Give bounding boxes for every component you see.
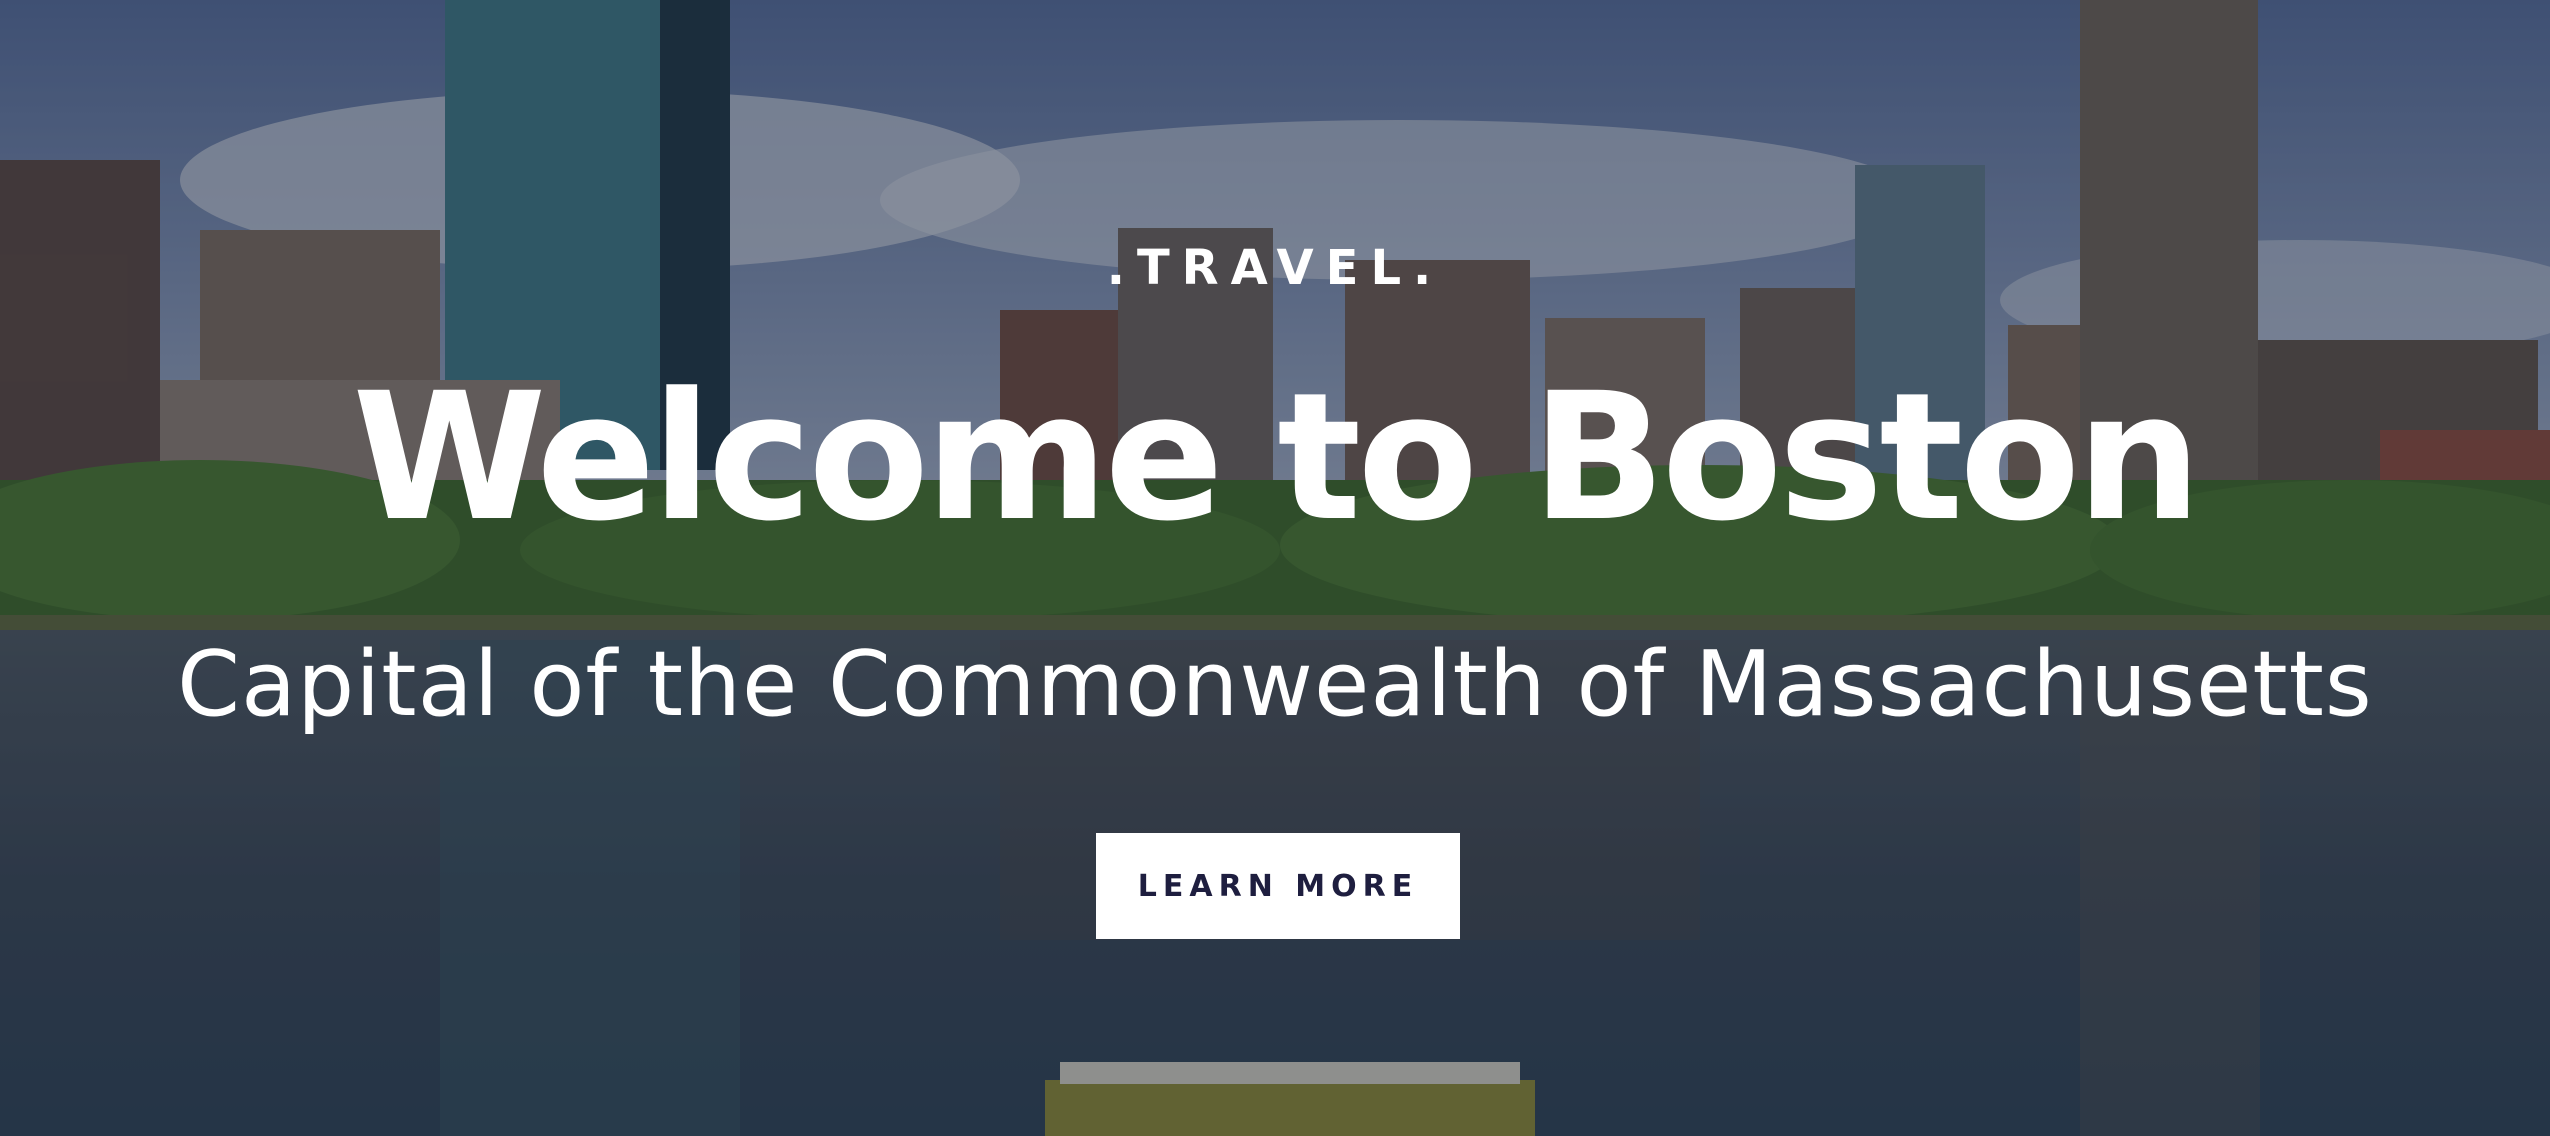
hero-title: Welcome to Boston xyxy=(352,355,2201,560)
hero-content: .TRAVEL. Welcome to Boston Capital of th… xyxy=(0,0,2550,1136)
hero-subtitle: Capital of the Commonwealth of Massachus… xyxy=(177,632,2373,737)
hero-section: .TRAVEL. Welcome to Boston Capital of th… xyxy=(0,0,2550,1136)
learn-more-button[interactable]: LEARN MORE xyxy=(1096,833,1460,939)
hero-eyebrow: .TRAVEL. xyxy=(1106,240,1444,296)
